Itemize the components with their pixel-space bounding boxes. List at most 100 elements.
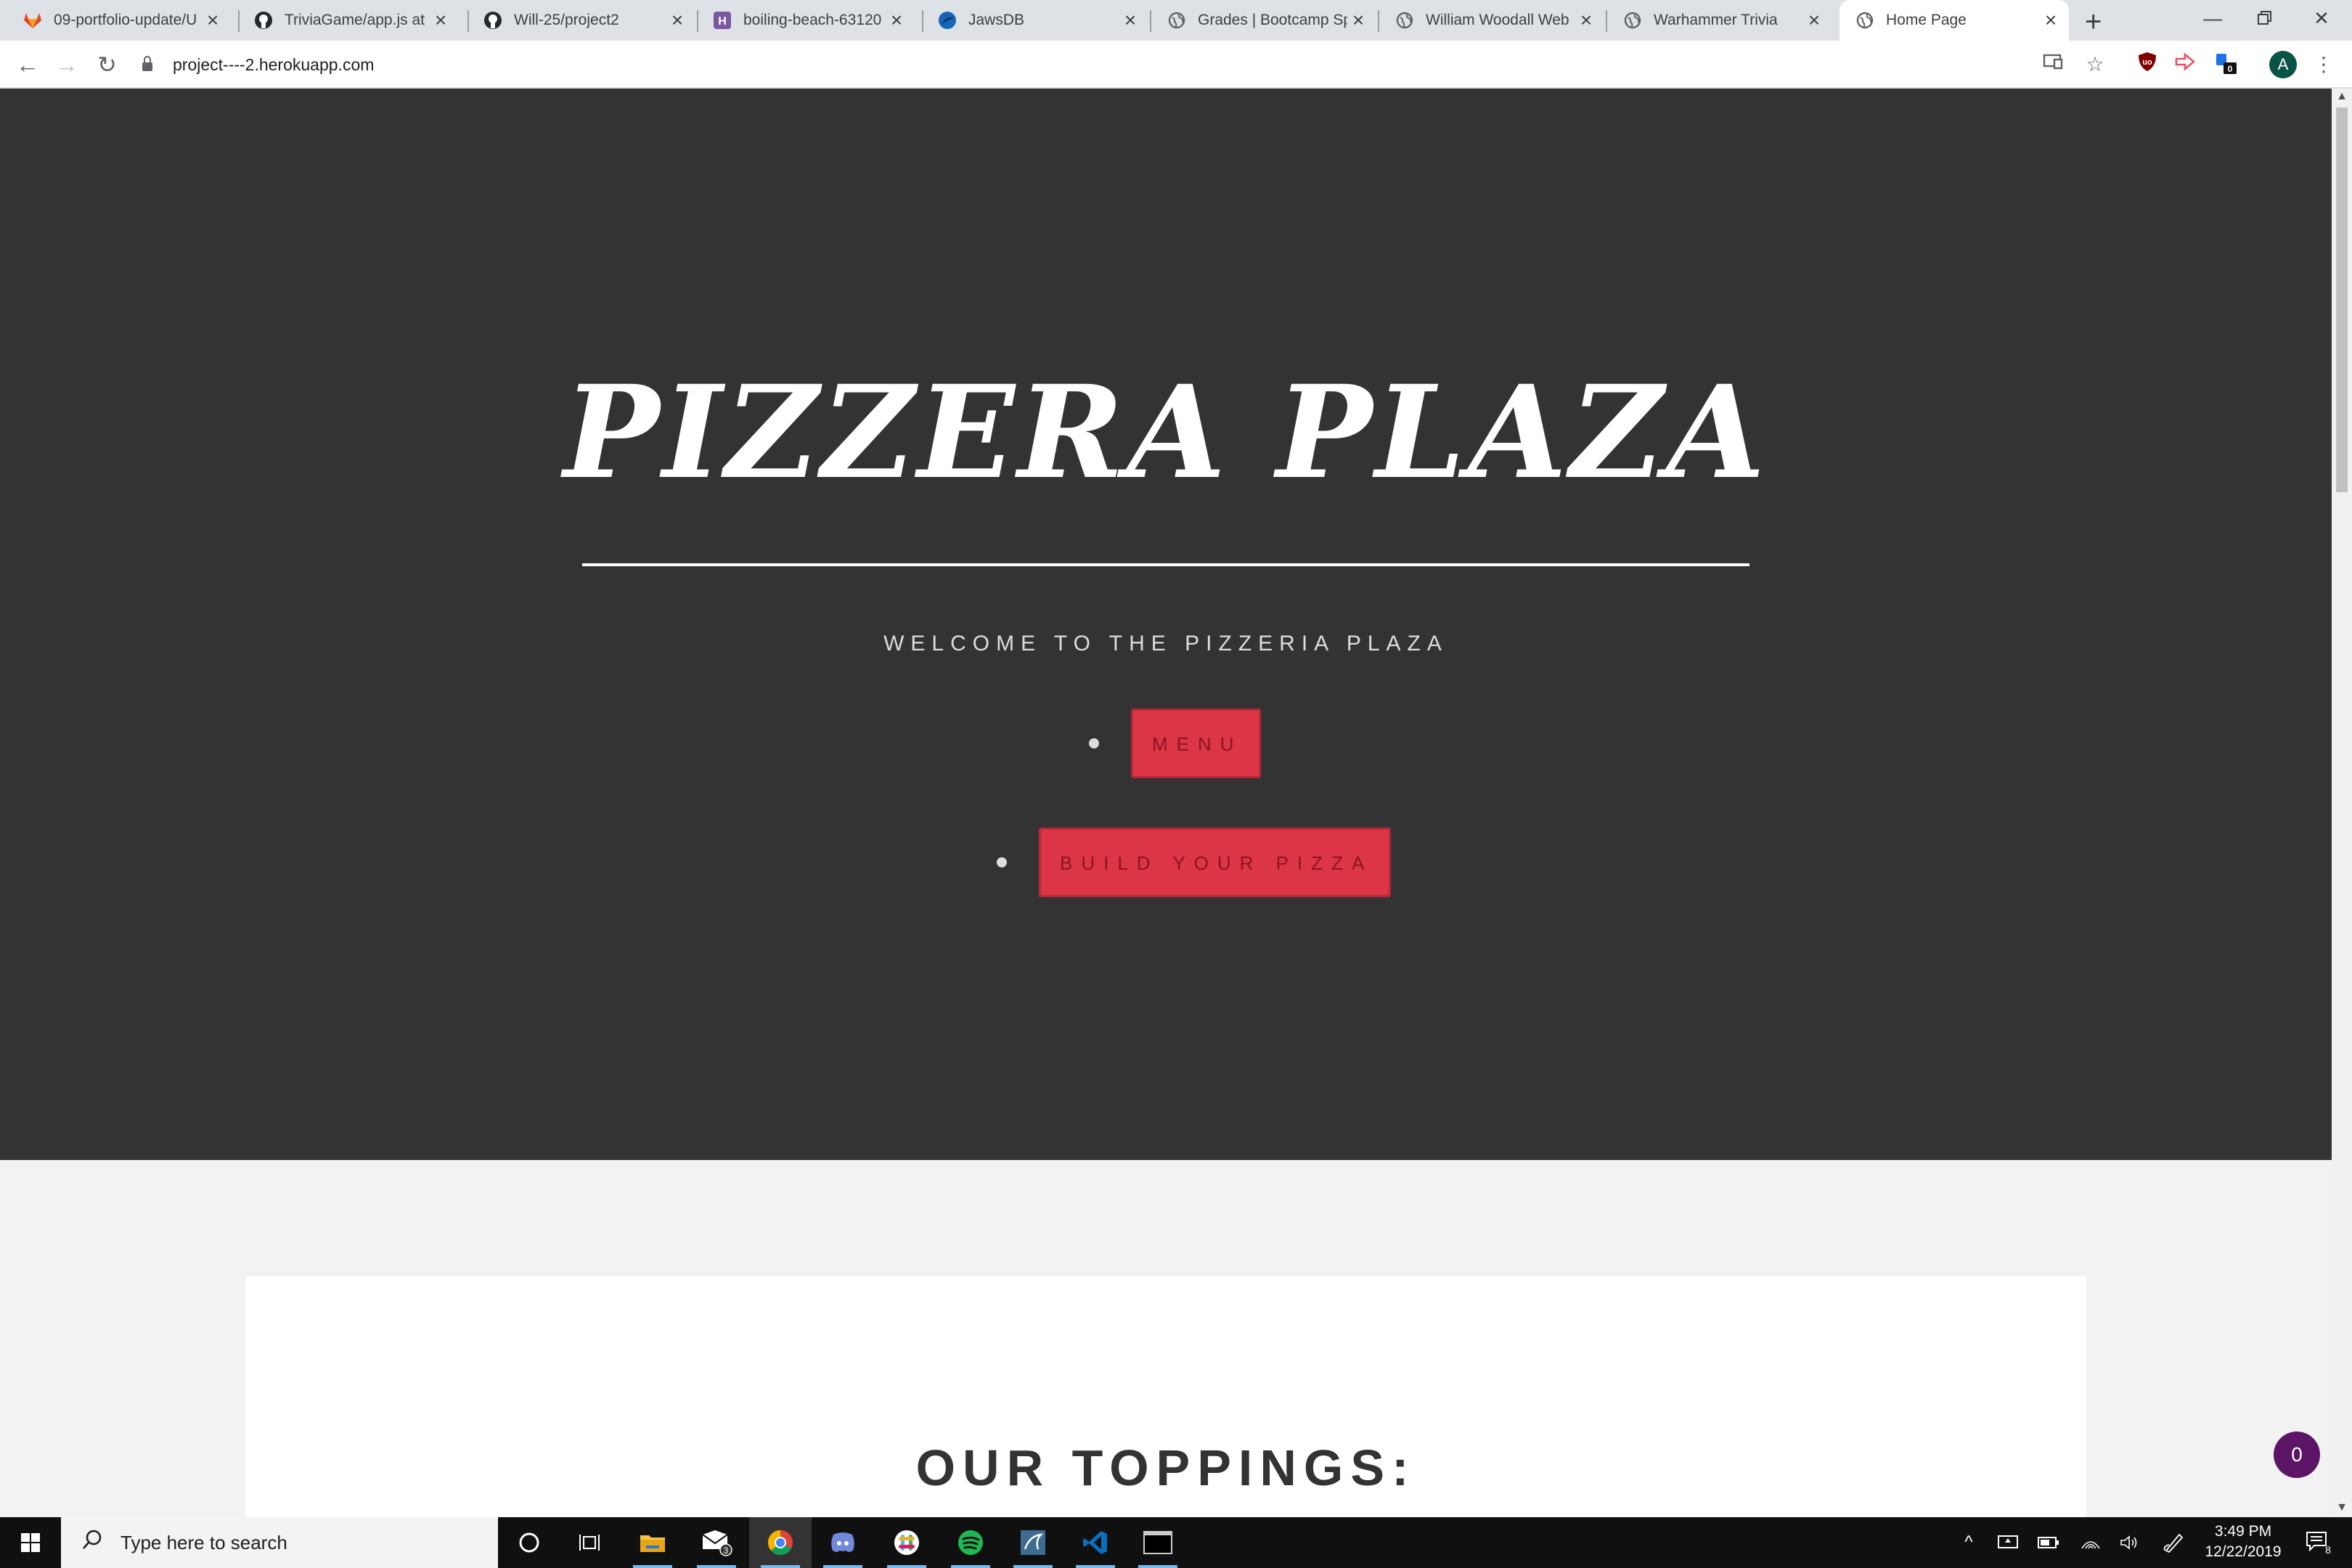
file-explorer-icon[interactable] — [621, 1517, 684, 1568]
build-your-pizza-button[interactable]: BUILD YOUR PIZZA — [1039, 828, 1392, 897]
browser-tab[interactable]: 09-portfolio-update/U × — [0, 0, 231, 41]
close-tab-icon[interactable]: × — [1347, 9, 1369, 32]
arrow-extension-icon[interactable] — [2171, 51, 2200, 78]
browser-tab[interactable]: William Woodall Web × — [1379, 0, 1604, 41]
close-tab-icon[interactable]: × — [1575, 9, 1597, 32]
close-tab-icon[interactable]: × — [2040, 9, 2062, 32]
hero-subtitle: WELCOME TO THE PIZZERIA PLAZA — [883, 632, 1448, 656]
bookmark-star-icon[interactable]: ☆ — [2081, 51, 2110, 78]
scroll-up-icon[interactable]: ▲ — [2332, 90, 2352, 103]
close-tab-icon[interactable]: × — [666, 9, 688, 32]
back-button[interactable]: ← — [16, 41, 39, 89]
chat-widget-badge[interactable]: 0 — [2274, 1432, 2320, 1478]
jawsdb-icon — [938, 11, 957, 30]
browser-toolbar: ← → ↻ project----2.herokuapp.com ☆ uo 0 … — [0, 41, 2352, 89]
volume-icon[interactable] — [2114, 1517, 2146, 1568]
gitlab-icon — [23, 11, 42, 30]
browser-tab-active[interactable]: Home Page × — [1839, 0, 2069, 41]
tab-title: boiling-beach-63120 — [743, 12, 882, 28]
start-button[interactable] — [0, 1517, 61, 1568]
close-tab-icon[interactable]: × — [202, 9, 224, 32]
page-scrollbar[interactable]: ▲ ▼ — [2332, 89, 2352, 1517]
svg-text:uo: uo — [2142, 58, 2152, 67]
close-tab-icon[interactable]: × — [1119, 9, 1141, 32]
github-icon — [483, 11, 502, 30]
tab-title: 09-portfolio-update/U — [54, 12, 197, 28]
chrome-icon[interactable] — [749, 1517, 812, 1568]
tab-title: Home Page — [1886, 12, 1967, 28]
ublock-extension-icon[interactable]: uo — [2133, 51, 2162, 78]
cast-icon[interactable] — [2038, 51, 2067, 78]
profile-avatar[interactable]: A — [2269, 51, 2297, 78]
taskbar-search-box[interactable]: Type here to search — [61, 1517, 498, 1568]
task-view-icon[interactable] — [559, 1517, 621, 1568]
tab-title: William Woodall Web — [1426, 12, 1569, 28]
taskbar-clock[interactable]: 3:49 PM 12/22/2019 — [2192, 1522, 2294, 1562]
github-icon — [254, 11, 273, 30]
heroku-icon: H — [713, 11, 732, 30]
show-hidden-icons-icon[interactable]: ^ — [1954, 1517, 1983, 1568]
wifi-icon[interactable] — [2075, 1517, 2107, 1568]
svg-text:H: H — [718, 15, 727, 28]
clock-time: 3:49 PM — [2214, 1523, 2272, 1540]
browser-tab[interactable]: Warhammer Trivia × — [1607, 0, 1832, 41]
nav-item-build-pizza: BUILD YOUR PIZZA — [997, 828, 1392, 897]
action-center-icon[interactable]: 8 — [2297, 1517, 2340, 1568]
browser-menu-icon[interactable]: ⋮ — [2311, 51, 2336, 78]
list-bullet — [1089, 738, 1099, 748]
hero-title: PIZZERA PLAZA — [563, 357, 1768, 507]
forward-button[interactable]: → — [55, 41, 78, 89]
menu-button[interactable]: MENU — [1131, 709, 1261, 778]
pen-workspace-icon[interactable] — [2157, 1517, 2189, 1568]
vscode-icon[interactable] — [1064, 1517, 1127, 1568]
mysql-workbench-icon[interactable] — [1002, 1517, 1064, 1568]
reload-button[interactable]: ↻ — [97, 41, 117, 89]
browser-tab[interactable]: H boiling-beach-63120 × — [698, 0, 915, 41]
cortana-icon[interactable] — [498, 1517, 560, 1568]
browser-tab[interactable]: Will-25/project2 × — [469, 0, 695, 41]
list-bullet — [997, 857, 1007, 867]
extension-badge-count: 0 — [2228, 64, 2233, 74]
globe-icon — [1623, 11, 1642, 30]
hero-section: PIZZERA PLAZA WELCOME TO THE PIZZERIA PL… — [0, 89, 2332, 1160]
search-icon — [81, 1529, 103, 1556]
close-tab-icon[interactable]: × — [886, 9, 907, 32]
scroll-down-icon[interactable]: ▼ — [2332, 1501, 2352, 1514]
tray-app-icon[interactable] — [1992, 1517, 2024, 1568]
tab-title: Will-25/project2 — [514, 12, 619, 28]
extension-badge-icon[interactable]: 0 — [2211, 51, 2240, 78]
hero-divider — [582, 563, 1749, 566]
tab-title: Grades | Bootcamp Sp — [1198, 12, 1347, 28]
page-viewport: PIZZERA PLAZA WELCOME TO THE PIZZERIA PL… — [0, 89, 2332, 1517]
windows-logo-icon — [21, 1533, 40, 1552]
globe-icon — [1167, 11, 1186, 30]
windows-taskbar: Type here to search 3 ^ 3:49 PM 12/22/20… — [0, 1517, 2352, 1568]
globe-icon — [1395, 11, 1414, 30]
spotify-icon[interactable] — [939, 1517, 1002, 1568]
mail-badge-count: 3 — [724, 1545, 729, 1556]
slack-icon[interactable] — [875, 1517, 938, 1568]
toppings-heading: OUR TOPPINGS: — [915, 1440, 1416, 1496]
globe-icon — [1855, 11, 1874, 30]
scrollbar-thumb[interactable] — [2336, 107, 2348, 492]
terminal-icon[interactable] — [1127, 1517, 1189, 1568]
url-text[interactable]: project----2.herokuapp.com — [173, 55, 374, 75]
discord-icon[interactable] — [812, 1517, 874, 1568]
tab-title: JawsDB — [968, 12, 1025, 28]
browser-tab-strip: 09-portfolio-update/U × TriviaGame/app.j… — [0, 0, 2352, 41]
mail-icon[interactable]: 3 — [685, 1517, 748, 1568]
search-placeholder: Type here to search — [121, 1531, 287, 1553]
profile-initial: A — [2277, 55, 2289, 73]
tab-title: Warhammer Trivia — [1654, 12, 1778, 28]
address-bar[interactable]: project----2.herokuapp.com — [142, 46, 374, 83]
close-tab-icon[interactable]: × — [1803, 9, 1825, 32]
close-tab-icon[interactable]: × — [430, 9, 452, 32]
browser-tab[interactable]: Grades | Bootcamp Sp × — [1151, 0, 1376, 41]
battery-icon[interactable] — [2033, 1517, 2065, 1568]
browser-tab[interactable]: TriviaGame/app.js at n × — [240, 0, 459, 41]
browser-tab[interactable]: JawsDB × — [923, 0, 1148, 41]
lock-icon — [142, 56, 152, 71]
nav-item-menu: MENU — [1089, 709, 1261, 778]
close-window-button[interactable]: ✕ — [2287, 0, 2352, 36]
new-tab-button[interactable]: + — [2085, 6, 2102, 38]
